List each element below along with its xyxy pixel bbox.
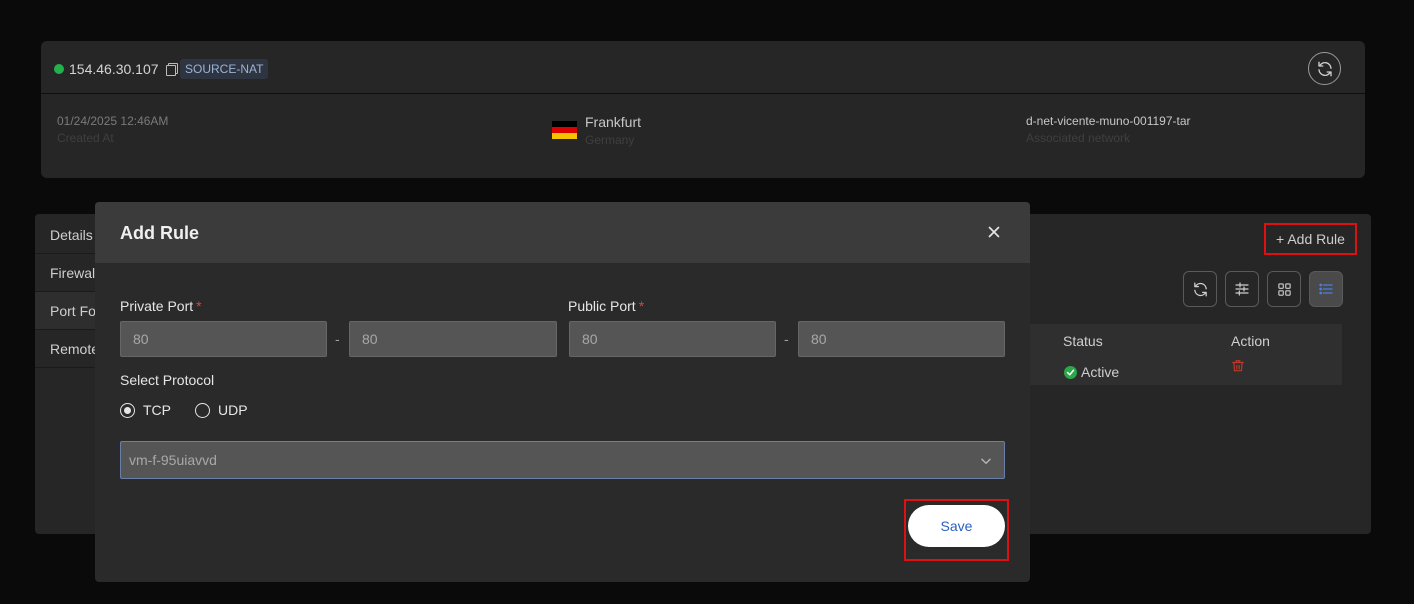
grid-icon <box>1277 282 1291 296</box>
vm-select-value: vm-f-95uiavvd <box>129 452 217 468</box>
private-port-to-input[interactable] <box>349 321 557 357</box>
radio-unchecked-icon <box>195 402 210 418</box>
tab-port-forwarding[interactable]: Port Forwarding <box>35 292 97 330</box>
created-at-label: Created At <box>57 131 114 145</box>
filter-button[interactable] <box>1225 271 1259 307</box>
grid-view-button[interactable] <box>1267 271 1301 307</box>
trash-icon <box>1232 360 1244 372</box>
copy-icon[interactable] <box>166 63 178 76</box>
radio-udp[interactable]: UDP <box>195 402 248 418</box>
required-mark: * <box>638 298 645 314</box>
tab-details[interactable]: Details <box>35 216 97 254</box>
modal-header: Add Rule <box>95 202 1030 263</box>
network-label: Associated network <box>1026 131 1131 145</box>
refresh-icon <box>1317 61 1332 76</box>
city: Frankfurt <box>585 114 642 130</box>
check-circle-icon <box>1064 365 1077 379</box>
range-separator: - <box>784 331 789 347</box>
header-action: Action <box>1231 333 1270 349</box>
ip-address: 154.46.30.107 <box>69 61 159 77</box>
tab-remote-access[interactable]: Remote Access <box>35 330 97 368</box>
ip-info-card: 154.46.30.107 SOURCE-NAT 01/24/2025 12:4… <box>41 41 1365 178</box>
list-icon <box>1319 283 1333 295</box>
header-status: Status <box>1063 333 1103 349</box>
range-separator: - <box>335 331 340 347</box>
refresh-button[interactable] <box>1308 52 1341 85</box>
vm-select[interactable]: vm-f-95uiavvd <box>120 441 1005 479</box>
radio-checked-icon <box>120 402 135 418</box>
refresh-table-button[interactable] <box>1183 271 1217 307</box>
ip-card-header: 154.46.30.107 SOURCE-NAT <box>41 41 1365 94</box>
save-highlight: Save <box>904 499 1009 561</box>
private-port-label: Private Port * <box>120 298 202 314</box>
refresh-icon <box>1193 281 1207 297</box>
protocol-label: Select Protocol <box>120 372 215 388</box>
rules-table: Status Action Active <box>1029 324 1342 385</box>
source-nat-badge: SOURCE-NAT <box>180 59 269 79</box>
public-port-from-input[interactable] <box>569 321 776 357</box>
created-at: 01/24/2025 12:46AM Created At <box>57 114 168 145</box>
required-mark: * <box>196 298 202 314</box>
public-port-label: Public Port * <box>568 298 645 314</box>
close-icon <box>988 226 1000 238</box>
add-rule-modal: Add Rule Private Port* Public Port* - - … <box>95 202 1030 582</box>
network-name: d-net-vicente-muno-001197-tar <box>1026 114 1191 128</box>
status-badge: Active <box>1064 364 1119 380</box>
delete-button[interactable] <box>1231 358 1245 379</box>
sliders-icon <box>1235 282 1249 296</box>
add-rule-button[interactable]: + Add Rule <box>1264 223 1357 255</box>
associated-network: d-net-vicente-muno-001197-tar Associated… <box>1026 114 1191 145</box>
location: Frankfurt Germany <box>585 114 641 147</box>
tab-firewall[interactable]: Firewall <box>35 254 97 292</box>
germany-flag-icon <box>552 121 577 139</box>
status-text: Active <box>1081 364 1120 380</box>
save-button[interactable]: Save <box>908 505 1005 547</box>
chevron-down-icon <box>981 458 991 464</box>
modal-title: Add Rule <box>120 223 199 243</box>
status-dot-icon <box>54 64 64 74</box>
public-port-to-input[interactable] <box>798 321 1005 357</box>
radio-tcp[interactable]: TCP <box>120 402 171 418</box>
close-button[interactable] <box>985 223 1003 241</box>
created-at-value: 01/24/2025 12:46AM <box>57 114 169 128</box>
private-port-from-input[interactable] <box>120 321 327 357</box>
list-view-button[interactable] <box>1309 271 1343 307</box>
country: Germany <box>585 133 635 147</box>
